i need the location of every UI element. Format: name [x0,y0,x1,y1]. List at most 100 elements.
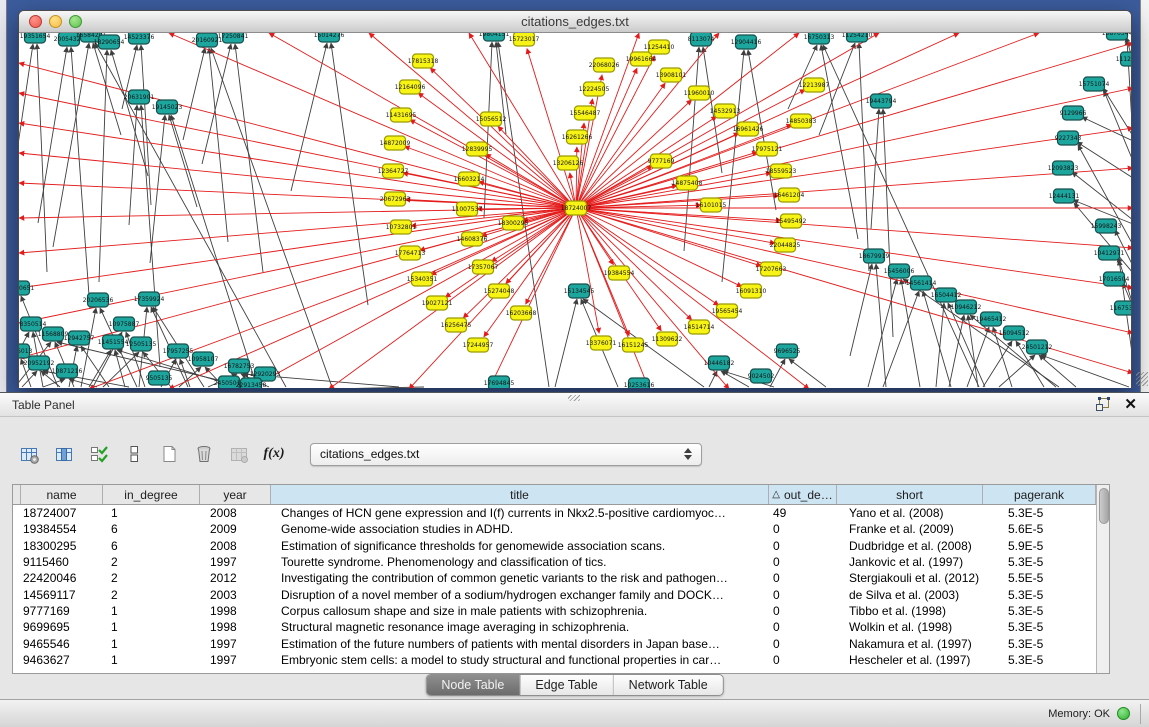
graph-node-label: 22044825 [770,242,801,249]
create-table-icon[interactable] [156,441,182,467]
graph-node-label: 16504412 [931,292,962,299]
graph-node-label: 19804151 [479,33,510,38]
graph-node-label: 20952192 [24,360,55,367]
graph-node-label: 16094512 [999,330,1030,337]
table-selector-dropdown[interactable]: citations_edges.txt [310,443,702,466]
graph-node-label: 15056512 [476,116,507,123]
tab-edge-table[interactable]: Edge Table [519,675,612,695]
graph-node-label: 19443794 [866,98,897,105]
table-cell: 1998 [200,619,271,635]
show-columns-icon[interactable] [51,441,77,467]
close-panel-icon[interactable]: ✕ [1124,397,1137,412]
zoom-window-icon[interactable] [69,15,82,28]
selection-mode-icon[interactable] [86,441,112,467]
network-window: citations_edges.txt 18724007178153181216… [18,10,1132,388]
graph-node-label: 8113074 [688,36,715,43]
graph-node-label: 18679919 [859,253,890,260]
graph-node-label: 14532913 [710,108,741,115]
graph-node-label: 12164096 [395,84,426,91]
table-selector-value: citations_edges.txt [320,447,419,461]
graph-node-label: 11309622 [652,336,683,343]
column-header-in_degree[interactable]: in_degree [103,485,200,504]
table-row[interactable]: 946362711997Embryonic stem cells: a mode… [13,652,1096,668]
memory-status-icon[interactable] [1117,707,1130,720]
table-cell: 18724007 [21,505,103,521]
table-row[interactable]: 946554611997Estimation of the future num… [13,635,1096,651]
graph-node-label: 16091310 [736,288,767,295]
column-header-out_de…[interactable]: △out_de… [769,485,837,504]
network-view[interactable]: 1872400717815318121640961143169514872009… [19,33,1131,388]
tab-network-table[interactable]: Network Table [613,675,723,695]
column-header-row[interactable] [13,485,21,504]
graph-node-label: 13870344 [1102,33,1131,37]
graph-node-label: 19351654 [20,33,51,40]
graph-node-label: 12942757 [64,335,95,342]
table-cell: 2009 [200,521,271,537]
graph-node-label: 20672963 [380,196,411,203]
graph-node-label: 16750313 [804,34,835,41]
tab-node-table[interactable]: Node Table [426,675,519,695]
graph-node-label: 22913458 [236,382,267,388]
graph-node-label: 22068026 [589,62,620,69]
table-cell: 2008 [200,538,271,554]
panel-resize-grip-icon[interactable] [568,395,580,401]
graph-node-label: 15340351 [407,276,438,283]
window-titlebar[interactable]: citations_edges.txt [19,11,1131,33]
table-cell [13,521,21,537]
function-builder-icon[interactable]: f(x) [261,441,287,467]
graph-node-label: 11960010 [684,90,715,97]
minimize-window-icon[interactable] [49,15,62,28]
graph-node-label: 24501212 [1022,344,1053,351]
table-cell: 1997 [200,554,271,570]
delete-table-icon[interactable] [191,441,217,467]
background-window-left [0,0,7,392]
table-cell [13,538,21,554]
table-scrollbar[interactable] [1096,485,1109,673]
graph-node-label: 17016504 [1099,276,1130,283]
graph-node-label: 9895013 [19,348,33,355]
table-cell: Dudbridge et al. (2008) [837,538,983,554]
row-height-icon[interactable] [121,441,147,467]
table-row[interactable]: 969969511998Structural magnetic resonanc… [13,619,1096,635]
graph-node-label: 14872009 [380,140,411,147]
table-cell: 19384554 [21,521,103,537]
table-row[interactable]: 911546021997Tourette syndrome. Phenomeno… [13,554,1096,570]
table-row[interactable]: 977716911998Corpus callosum shape and si… [13,603,1096,619]
graph-node-label: 18290654 [94,39,125,46]
graph-node-label: 19465412 [976,316,1007,323]
graph-node-label: 14850383 [786,118,817,125]
graph-node-label: 11675309 [1110,305,1131,312]
table-row[interactable]: 1456911722003Disruption of a novel membe… [13,586,1096,602]
table-options-icon[interactable] [16,441,42,467]
table-row[interactable]: 2242004622012Investigating the contribut… [13,570,1096,586]
table-row[interactable]: 1830029562008Estimation of significance … [13,538,1096,554]
column-header-pagerank[interactable]: pagerank [983,485,1096,504]
graph-node-label: 12213987 [799,82,830,89]
graph-node-label: 9024502 [748,373,775,380]
table-cell: 9115460 [21,554,103,570]
column-header-short[interactable]: short [837,485,983,504]
graph-node-label: 20206536 [83,297,114,304]
graph-node-label: 14523376 [124,34,155,41]
memory-status-label: Memory: OK [1048,708,1110,720]
column-header-name[interactable]: name [21,485,103,504]
graph-node-label: 18559523 [766,168,797,175]
float-panel-icon[interactable] [1095,397,1110,412]
graph-nodes: 1872400717815318121640961143169514872009… [19,33,1131,388]
graph-node-label: 9696525 [774,348,801,355]
table-cell: 1 [103,603,200,619]
table-cell: Nakamura et al. (1997) [837,635,983,651]
table-row[interactable]: 1872400712008Changes of HCN gene express… [13,505,1096,521]
graph-node-label: 16101015 [696,202,727,209]
graph-canvas[interactable]: 1872400717815318121640961143169514872009… [19,33,1131,388]
column-header-title[interactable]: title [271,485,769,504]
column-header-year[interactable]: year [200,485,271,504]
table-row[interactable]: 1938455462009Genome-wide association stu… [13,521,1096,537]
graph-node-label: 17244957 [463,342,494,349]
graph-node-label: 19565454 [712,308,743,315]
graph-node-label: 16461204 [774,192,805,199]
scrollbar-thumb[interactable] [1099,488,1109,524]
resize-grip-icon[interactable] [1136,372,1148,386]
table-header-row: namein_degreeyeartitle△out_de…shortpager… [13,485,1096,505]
close-window-icon[interactable] [29,15,42,28]
